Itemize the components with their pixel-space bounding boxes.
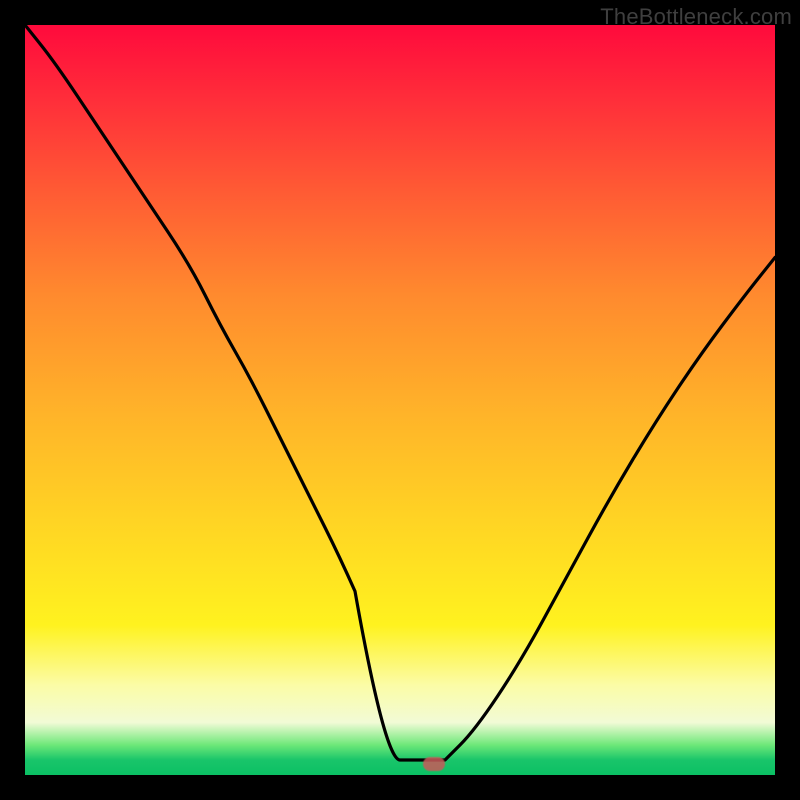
optimal-point-marker	[423, 757, 445, 771]
bottleneck-curve	[25, 25, 775, 775]
chart-frame: TheBottleneck.com	[0, 0, 800, 800]
watermark-text: TheBottleneck.com	[600, 4, 792, 30]
plot-area	[25, 25, 775, 775]
